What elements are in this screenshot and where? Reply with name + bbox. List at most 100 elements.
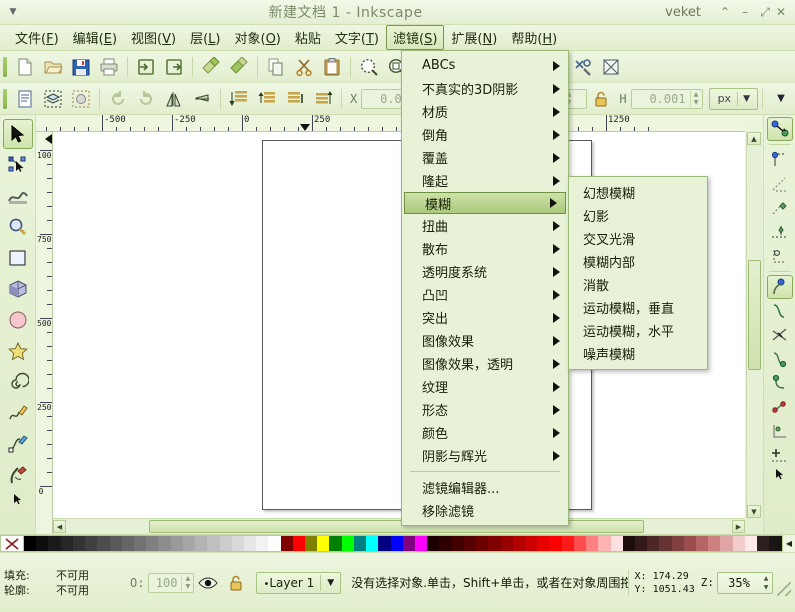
filters-menu-item[interactable]: 阴影与辉光 [402,444,568,467]
palette-swatch[interactable] [97,536,110,551]
blurs-submenu-item[interactable]: 噪声模糊 [569,342,707,365]
snap-bbox-corner-toggle[interactable] [767,196,793,220]
filters-menu-item[interactable]: 透明度系统 [402,260,568,283]
blurs-submenu[interactable]: 幻想模糊 幻影 交叉光滑 模糊内部 消散 运动模糊，垂直 运动模糊，水平 噪声模糊 [568,176,708,370]
pencil-tool[interactable] [3,398,33,428]
rectangle-tool[interactable] [3,243,33,273]
snapbar-more-icon[interactable] [767,467,793,481]
palette-swatch[interactable] [292,536,306,551]
menu-paste[interactable]: 粘贴 [288,25,328,50]
ellipse-tool[interactable] [3,305,33,335]
palette-swatch[interactable] [170,536,183,551]
select-all-layers-icon[interactable] [40,86,66,112]
palette-swatch[interactable] [720,536,733,551]
filters-menu-item[interactable]: 移除滤镜 [402,499,568,522]
maximize-button[interactable]: ⤢ [755,5,775,20]
redo-icon[interactable] [226,54,252,80]
palette-swatch[interactable] [231,536,244,551]
zoom-selection-icon[interactable] [356,54,382,80]
box3d-tool[interactable] [3,274,33,304]
lock-ratio-icon[interactable] [588,86,614,112]
vertical-scroll-thumb[interactable] [748,260,761,370]
menu-layer[interactable]: 层(L) [183,25,227,50]
cut-icon[interactable] [291,54,317,80]
lower-to-bottom-icon[interactable] [310,86,336,112]
vertical-scrollbar[interactable]: ▲ ▼ [746,132,762,518]
palette-swatch[interactable] [182,536,196,551]
palette-swatch[interactable] [72,536,86,551]
toolbox-more-icon[interactable] [3,491,33,507]
copy-icon[interactable] [263,54,289,80]
palette-swatch[interactable] [415,536,428,551]
palette-swatch[interactable] [341,536,354,551]
blurs-submenu-item[interactable]: 幻想模糊 [569,181,707,204]
blurs-submenu-item[interactable]: 幻影 [569,204,707,227]
palette-swatch[interactable] [48,536,61,551]
palette-swatch[interactable] [573,536,587,551]
snap-path-intersection-toggle[interactable] [767,323,793,347]
filters-menu-item[interactable]: 散布 [402,237,568,260]
scroll-left-button[interactable]: ◀ [53,520,66,533]
document-properties-icon[interactable] [598,54,624,80]
filters-menu-item[interactable]: 模糊 [404,192,566,214]
palette-swatch[interactable] [85,536,98,551]
palette-swatch[interactable] [598,536,611,551]
scroll-right-button[interactable]: ▶ [732,520,745,533]
palette-swatch[interactable] [207,536,220,551]
palette-swatch[interactable] [463,536,477,551]
eye-icon[interactable] [195,570,221,596]
palette-swatch[interactable] [696,536,709,551]
palette-swatch[interactable] [268,536,281,551]
snap-page-border-toggle[interactable] [767,443,793,467]
palette-swatch[interactable] [586,536,599,551]
filters-menu-item[interactable]: 隆起 [402,169,568,192]
palette-swatch[interactable] [243,536,257,551]
zoom-spinner-arrows[interactable]: ▲ ▼ [760,574,772,592]
palette-swatch[interactable] [390,536,403,551]
menu-text[interactable]: 文字(T) [328,25,386,50]
import-icon[interactable] [133,54,159,80]
menu-view[interactable]: 视图(V) [124,25,183,50]
minimize-button[interactable]: – [735,5,755,19]
snap-bbox-edge-midpoint-toggle[interactable] [767,220,793,244]
filters-menu-item[interactable]: 覆盖 [402,146,568,169]
palette-swatch[interactable] [524,536,538,551]
blurs-submenu-item[interactable]: 运动模糊，垂直 [569,296,707,319]
blurs-submenu-item[interactable]: 交叉光滑 [569,227,707,250]
palette-swatch[interactable] [451,536,464,551]
palette-swatch[interactable] [622,536,635,551]
enable-snapping-toggle[interactable] [766,117,793,141]
snap-path-toggle[interactable] [767,299,793,323]
unit-selector[interactable]: px ▼ [708,87,758,110]
opacity-control[interactable]: O: 100 ▲ ▼ [126,572,195,593]
palette-swatch[interactable] [647,536,660,551]
filters-menu-item[interactable]: 凸凹 [402,283,568,306]
color-palette[interactable]: ◀ [0,534,795,552]
preferences-icon[interactable] [570,54,596,80]
horizontal-ruler[interactable]: -500 -250 0 250 1000 [36,115,745,132]
palette-swatch[interactable] [769,536,782,551]
raise-to-top-icon[interactable] [226,86,252,112]
menu-help[interactable]: 帮助(H) [504,25,564,50]
filters-menu-item[interactable]: ABCs [402,54,568,77]
palette-swatches[interactable] [24,535,783,552]
palette-swatch[interactable] [378,536,391,551]
palette-scroll-left-icon[interactable]: ◀ [783,535,795,552]
lock-icon[interactable] [223,570,249,596]
open-document-icon[interactable] [40,54,66,80]
palette-swatch[interactable] [158,536,171,551]
filters-menu-item[interactable]: 扭曲 [402,214,568,237]
palette-swatch[interactable] [329,536,342,551]
horizontal-scrollbar[interactable]: ◀ ▶ [53,518,745,534]
palette-swatch[interactable] [353,536,367,551]
filters-menu-item[interactable]: 突出 [402,306,568,329]
palette-swatch[interactable] [671,536,684,551]
palette-swatch[interactable] [439,536,452,551]
filters-menu-item[interactable]: 不真实的3D阴影 [402,77,568,100]
snap-nodes-paths-toggle[interactable] [766,275,793,299]
undo-icon[interactable] [198,54,224,80]
tweak-tool[interactable] [3,181,33,211]
palette-swatch[interactable] [561,536,574,551]
palette-swatch[interactable] [146,536,159,551]
rotate-cw-icon[interactable] [133,86,159,112]
